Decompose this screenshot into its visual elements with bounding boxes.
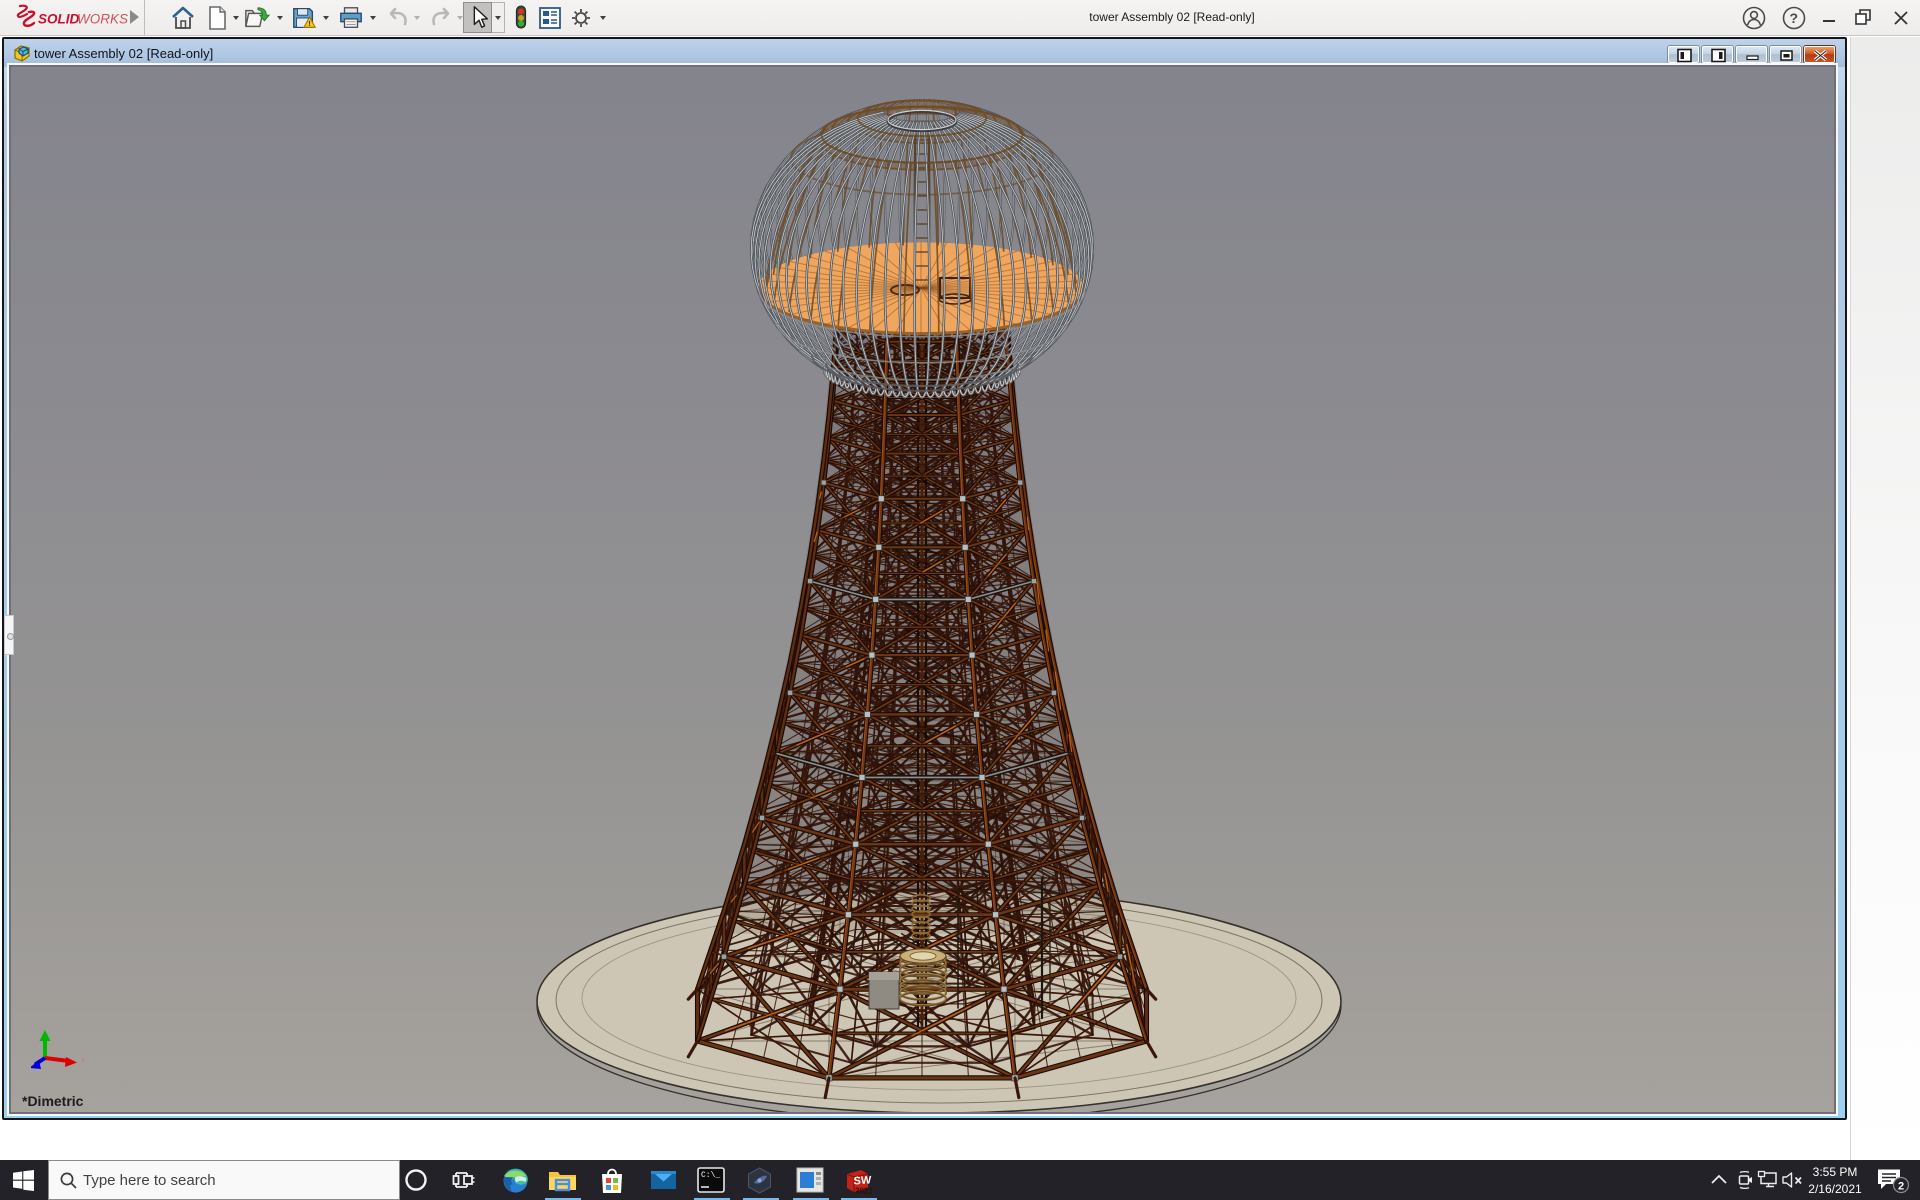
svg-text:SOLID: SOLID	[38, 12, 80, 27]
svg-text:WORKS: WORKS	[77, 12, 128, 27]
svg-text:?: ?	[1790, 10, 1799, 26]
svg-text:x: x	[81, 1055, 86, 1065]
svg-text:2021: 2021	[855, 1187, 872, 1196]
svg-text:2/16/2021: 2/16/2021	[1808, 1182, 1862, 1196]
svg-text:2: 2	[1898, 1181, 1904, 1193]
svg-text:!: !	[308, 19, 310, 28]
svg-text:SW: SW	[854, 1174, 872, 1187]
svg-text:3:55 PM: 3:55 PM	[1813, 1165, 1858, 1179]
svg-text:C:\_: C:\_	[701, 1171, 720, 1180]
svg-text:y: y	[42, 1029, 47, 1030]
